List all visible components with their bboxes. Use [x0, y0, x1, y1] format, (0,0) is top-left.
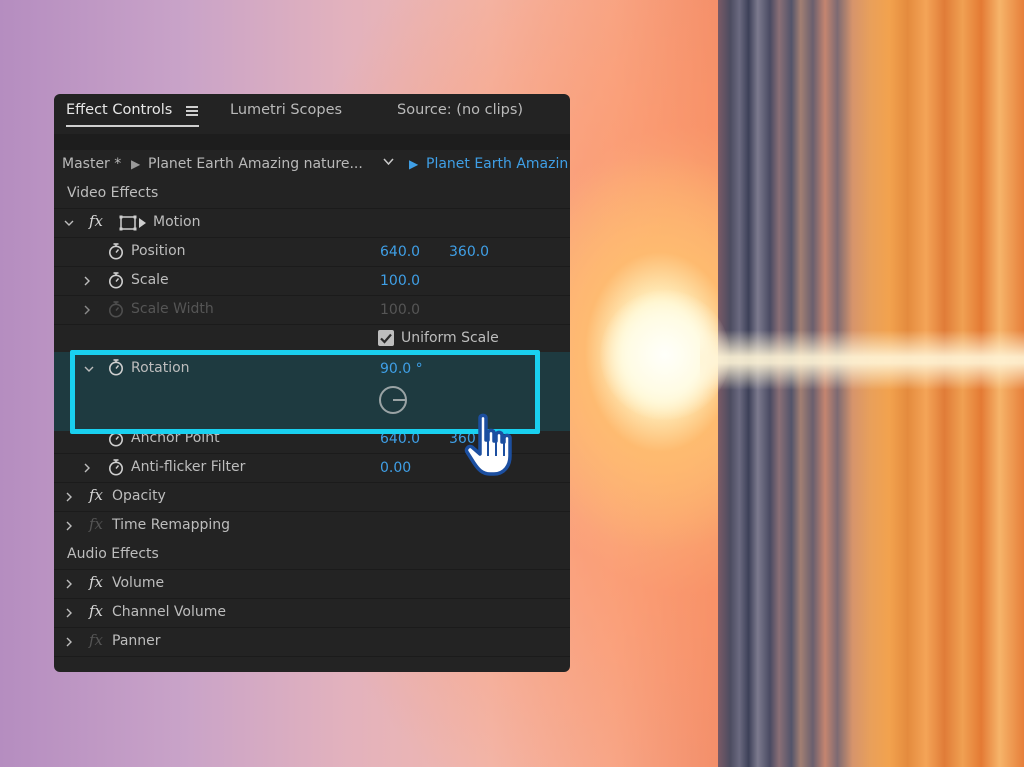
chevron-right-icon[interactable] [64, 519, 74, 531]
menu-icon[interactable] [186, 106, 198, 116]
chevron-down-icon[interactable] [64, 216, 74, 226]
hand-pointer-icon [464, 412, 520, 478]
fx-icon[interactable]: fx [89, 602, 103, 620]
master-clip-name[interactable]: Planet Earth Amazing nature... [148, 156, 363, 172]
master-clip-row: Master * ▶ Planet Earth Amazing nature..… [54, 150, 570, 180]
chevron-right-icon[interactable] [64, 490, 74, 502]
audio-effects-header: Audio Effects [54, 540, 570, 570]
chevron-right-icon[interactable] [82, 461, 92, 473]
tab-effect-controls[interactable]: Effect Controls [66, 102, 172, 118]
chevron-right-icon[interactable] [64, 606, 74, 618]
motion-effect-row[interactable]: fx Motion [54, 208, 570, 238]
transform-icon[interactable] [119, 214, 147, 236]
stopwatch-icon[interactable] [108, 243, 124, 260]
anti-flicker-value[interactable]: 0.00 [380, 460, 411, 476]
sequence-play-icon: ▶ [409, 157, 419, 171]
opacity-effect-row[interactable]: fx Opacity [54, 482, 570, 512]
position-y-value[interactable]: 360.0 [449, 244, 489, 260]
video-effects-header: Video Effects [54, 179, 570, 209]
motion-label: Motion [153, 214, 201, 230]
fx-icon: fx [89, 631, 104, 649]
panel-tabs: Effect Controls Lumetri Scopes Source: (… [54, 94, 570, 134]
scale-value[interactable]: 100.0 [380, 273, 420, 289]
time-remapping-effect-row[interactable]: fx Time Remapping [54, 511, 570, 541]
scale-row: Scale 100.0 [54, 266, 570, 296]
chevron-right-icon[interactable] [82, 303, 92, 315]
active-tab-underline [66, 125, 199, 127]
fx-icon[interactable]: fx [89, 212, 103, 230]
master-label: Master * [62, 156, 122, 172]
uniform-scale-checkbox[interactable] [378, 330, 394, 346]
tab-source[interactable]: Source: (no clips) [397, 102, 523, 118]
play-triangle-icon: ▶ [131, 157, 141, 171]
position-row: Position 640.0 360.0 [54, 237, 570, 267]
sequence-clip-name[interactable]: Planet Earth Amazin [426, 156, 568, 172]
fx-icon[interactable]: fx [89, 573, 103, 591]
chevron-down-icon[interactable] [383, 155, 394, 171]
chevron-right-icon[interactable] [64, 577, 74, 589]
panner-effect-row[interactable]: fx Panner [54, 627, 570, 657]
scale-width-row: Scale Width 100.0 [54, 295, 570, 325]
channel-volume-effect-row[interactable]: fx Channel Volume [54, 598, 570, 628]
stopwatch-icon[interactable] [108, 272, 124, 289]
chevron-right-icon[interactable] [82, 274, 92, 286]
stopwatch-icon [108, 301, 124, 318]
fx-icon[interactable]: fx [89, 486, 103, 504]
tab-lumetri-scopes[interactable]: Lumetri Scopes [230, 102, 342, 118]
stopwatch-icon[interactable] [108, 459, 124, 476]
position-x-value[interactable]: 640.0 [380, 244, 420, 260]
fx-icon: fx [89, 515, 104, 533]
scale-width-value: 100.0 [380, 302, 421, 318]
chevron-right-icon[interactable] [64, 635, 74, 647]
volume-effect-row[interactable]: fx Volume [54, 569, 570, 599]
